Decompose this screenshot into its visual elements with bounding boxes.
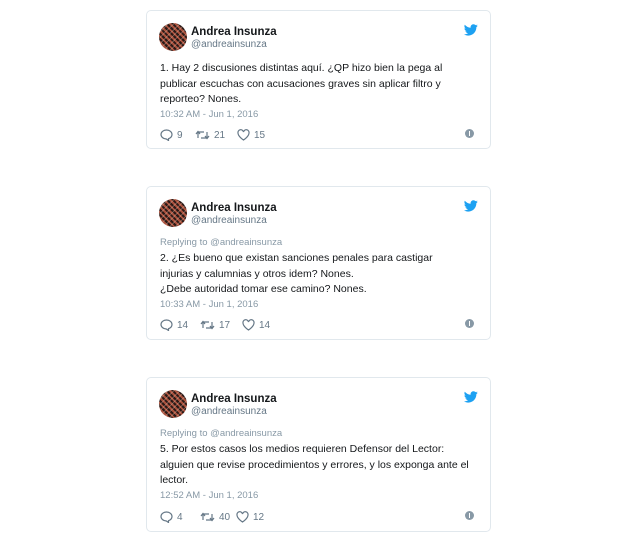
reply-button[interactable]: 4 bbox=[160, 510, 183, 524]
retweet-button[interactable]: 40 bbox=[200, 510, 230, 524]
twitter-bird-icon[interactable] bbox=[464, 200, 478, 212]
like-count: 15 bbox=[254, 129, 266, 141]
tweet-text-line: alguien que revise procedimientos y erro… bbox=[160, 458, 469, 471]
timestamp[interactable]: 10:32 AM - Jun 1, 2016 bbox=[160, 109, 258, 120]
retweet-icon bbox=[200, 512, 215, 522]
retweet-button[interactable]: 17 bbox=[200, 318, 230, 332]
tweet-text-line: reporteo? Nones. bbox=[160, 93, 242, 105]
reply-icon bbox=[160, 511, 173, 523]
replying-to: Replying to @andreainsunza bbox=[160, 237, 282, 248]
like-button[interactable]: 14 bbox=[242, 318, 270, 332]
tweet-text-line: publicar escuchas con acusaciones graves… bbox=[160, 77, 441, 90]
twitter-bird-icon[interactable] bbox=[464, 24, 478, 36]
like-button[interactable]: 15 bbox=[237, 128, 265, 142]
info-icon[interactable] bbox=[465, 129, 474, 138]
replying-prefix: Replying to bbox=[160, 237, 211, 248]
tweet-text-line: 2. ¿Es bueno que existan sanciones penal… bbox=[160, 252, 433, 264]
info-icon[interactable] bbox=[465, 511, 474, 520]
like-count: 14 bbox=[259, 319, 271, 331]
retweet-icon bbox=[200, 320, 215, 330]
avatar[interactable] bbox=[159, 23, 187, 51]
tweet-actions: 9 21 15 bbox=[160, 128, 478, 142]
author-name[interactable]: Andrea Insunza bbox=[191, 202, 277, 214]
tweet-text-line: 1. Hay 2 discusiones distintas aquí. ¿QP… bbox=[160, 62, 443, 74]
tweet-text: 5. Por estos casos los medios requieren … bbox=[160, 442, 470, 489]
avatar[interactable] bbox=[159, 390, 187, 418]
tweet-text: 2. ¿Es bueno que existan sanciones penal… bbox=[160, 251, 470, 298]
retweet-count: 21 bbox=[214, 129, 226, 141]
twitter-bird-icon[interactable] bbox=[464, 391, 478, 403]
heart-icon bbox=[236, 511, 249, 523]
tweet-card[interactable]: Andrea Insunza @andreainsunza Replying t… bbox=[146, 186, 491, 340]
reply-count: 9 bbox=[177, 129, 183, 141]
tweet-card[interactable]: Andrea Insunza @andreainsunza Replying t… bbox=[146, 377, 491, 532]
reply-button[interactable]: 9 bbox=[160, 128, 183, 142]
tweet-text-line: injurias y calumnias y otros idem? Nones… bbox=[160, 267, 354, 280]
like-count: 12 bbox=[253, 511, 265, 523]
tweet-actions: 4 40 12 bbox=[160, 510, 478, 524]
heart-icon bbox=[237, 129, 250, 141]
author-name[interactable]: Andrea Insunza bbox=[191, 393, 277, 405]
tweet-text-line: ¿Debe autoridad tomar ese camino? Nones. bbox=[160, 283, 367, 295]
tweet-actions: 14 17 14 bbox=[160, 318, 478, 332]
timestamp[interactable]: 10:33 AM - Jun 1, 2016 bbox=[160, 299, 258, 310]
tweet-card[interactable]: Andrea Insunza @andreainsunza 1. Hay 2 d… bbox=[146, 10, 491, 149]
timestamp[interactable]: 12:52 AM - Jun 1, 2016 bbox=[160, 490, 258, 501]
author-handle[interactable]: @andreainsunza bbox=[191, 406, 267, 417]
retweet-icon bbox=[195, 130, 210, 140]
retweet-count: 40 bbox=[219, 511, 231, 523]
info-icon[interactable] bbox=[465, 319, 474, 328]
reply-icon bbox=[160, 319, 173, 331]
replying-to: Replying to @andreainsunza bbox=[160, 428, 282, 439]
replying-to-link[interactable]: @andreainsunza bbox=[210, 237, 282, 248]
reply-count: 4 bbox=[177, 511, 183, 523]
author-handle[interactable]: @andreainsunza bbox=[191, 39, 267, 50]
like-button[interactable]: 12 bbox=[236, 510, 264, 524]
tweet-text-line: 5. Por estos casos los medios requieren … bbox=[160, 443, 445, 455]
avatar[interactable] bbox=[159, 199, 187, 227]
replying-prefix: Replying to bbox=[160, 428, 211, 439]
replying-to-link[interactable]: @andreainsunza bbox=[210, 428, 282, 439]
reply-count: 14 bbox=[177, 319, 189, 331]
reply-icon bbox=[160, 129, 173, 141]
retweet-count: 17 bbox=[219, 319, 231, 331]
author-name[interactable]: Andrea Insunza bbox=[191, 26, 277, 38]
author-handle[interactable]: @andreainsunza bbox=[191, 215, 267, 226]
retweet-button[interactable]: 21 bbox=[195, 128, 225, 142]
heart-icon bbox=[242, 319, 255, 331]
reply-button[interactable]: 14 bbox=[160, 318, 188, 332]
tweet-text-line: lector. bbox=[160, 474, 189, 486]
tweet-text: 1. Hay 2 discusiones distintas aquí. ¿QP… bbox=[160, 61, 470, 108]
